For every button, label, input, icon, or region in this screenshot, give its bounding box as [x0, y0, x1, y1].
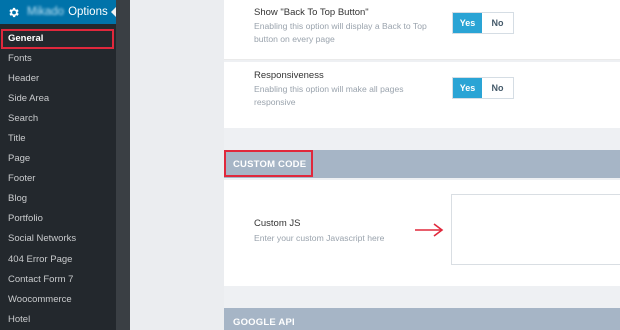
responsiveness-toggle: Yes No	[452, 77, 514, 99]
sidebar-item-label: 404 Error Page	[8, 253, 73, 265]
arrow-right-icon	[415, 223, 444, 237]
toggle-yes-button[interactable]: Yes	[453, 13, 482, 33]
toggle-no-button[interactable]: No	[482, 13, 513, 33]
sidebar-item-label: Contact Form 7	[8, 273, 74, 285]
option-row-back-to-top: Show "Back To Top Button" Enabling this …	[224, 0, 620, 60]
option-title: Custom JS	[254, 218, 301, 229]
sidebar-item-label: Fonts	[8, 52, 32, 64]
sidebar-item-page[interactable]: Page	[0, 149, 116, 169]
options-submenu: General Fonts Header Side Area Search Ti…	[0, 28, 116, 329]
custom-code-highlight-box	[224, 150, 313, 177]
sidebar-item-label: Hotel	[8, 313, 31, 325]
sidebar-item-title[interactable]: Title	[0, 128, 116, 148]
sidebar-item-footer[interactable]: Footer	[0, 169, 116, 189]
sidebar-item-label: Portfolio	[8, 213, 43, 225]
sidebar-item-404-error-page[interactable]: 404 Error Page	[0, 249, 116, 269]
option-row-responsiveness: Responsiveness Enabling this option will…	[224, 62, 620, 128]
sidebar-item-social-networks[interactable]: Social Networks	[0, 229, 116, 249]
option-description: Enabling this option will display a Back…	[254, 21, 427, 44]
sidebar-item-search[interactable]: Search	[0, 108, 116, 128]
sidebar-item-label: Title	[8, 133, 26, 145]
toggle-no-button[interactable]: No	[482, 78, 513, 98]
options-menu-header[interactable]: Mikado Options	[0, 0, 117, 24]
admin-sidebar: Mikado Options General Fonts Header Side…	[0, 0, 117, 330]
gear-icon	[7, 6, 20, 19]
brand-name: Mikado	[27, 6, 65, 18]
sidebar-item-hotel[interactable]: Hotel	[0, 309, 116, 329]
option-description: Enabling this option will make all pages…	[254, 84, 404, 107]
menu-header-label: Options	[68, 6, 108, 18]
sidebar-item-label: Side Area	[8, 92, 50, 104]
sidebar-item-fonts[interactable]: Fonts	[0, 48, 116, 68]
sidebar-item-label: Footer	[8, 173, 36, 185]
sidebar-item-woocommerce[interactable]: Woocommerce	[0, 289, 116, 309]
sidebar-item-blog[interactable]: Blog	[0, 189, 116, 209]
option-title: Responsiveness	[254, 70, 324, 81]
toggle-yes-button[interactable]: Yes	[453, 78, 482, 98]
sidebar-item-label: Header	[8, 72, 40, 84]
custom-js-textarea[interactable]	[451, 194, 620, 265]
sidebar-item-portfolio[interactable]: Portfolio	[0, 209, 116, 229]
sidebar-item-label: Blog	[8, 193, 28, 205]
sidebar-item-contact-form-7[interactable]: Contact Form 7	[0, 269, 116, 289]
general-highlight-box	[1, 29, 114, 49]
sidebar-item-label: Social Networks	[8, 233, 77, 245]
sidebar-item-header[interactable]: Header	[0, 68, 116, 88]
sidebar-item-label: Woocommerce	[8, 293, 72, 305]
sidebar-item-label: Search	[8, 112, 39, 124]
sidebar-gap	[116, 0, 130, 330]
section-title: GOOGLE API	[233, 317, 295, 328]
section-header-google-api: GOOGLE API	[224, 308, 620, 330]
sidebar-item-side-area[interactable]: Side Area	[0, 88, 116, 108]
option-title: Show "Back To Top Button"	[254, 7, 369, 18]
sidebar-item-label: Page	[8, 153, 31, 165]
back-to-top-toggle: Yes No	[452, 12, 514, 34]
